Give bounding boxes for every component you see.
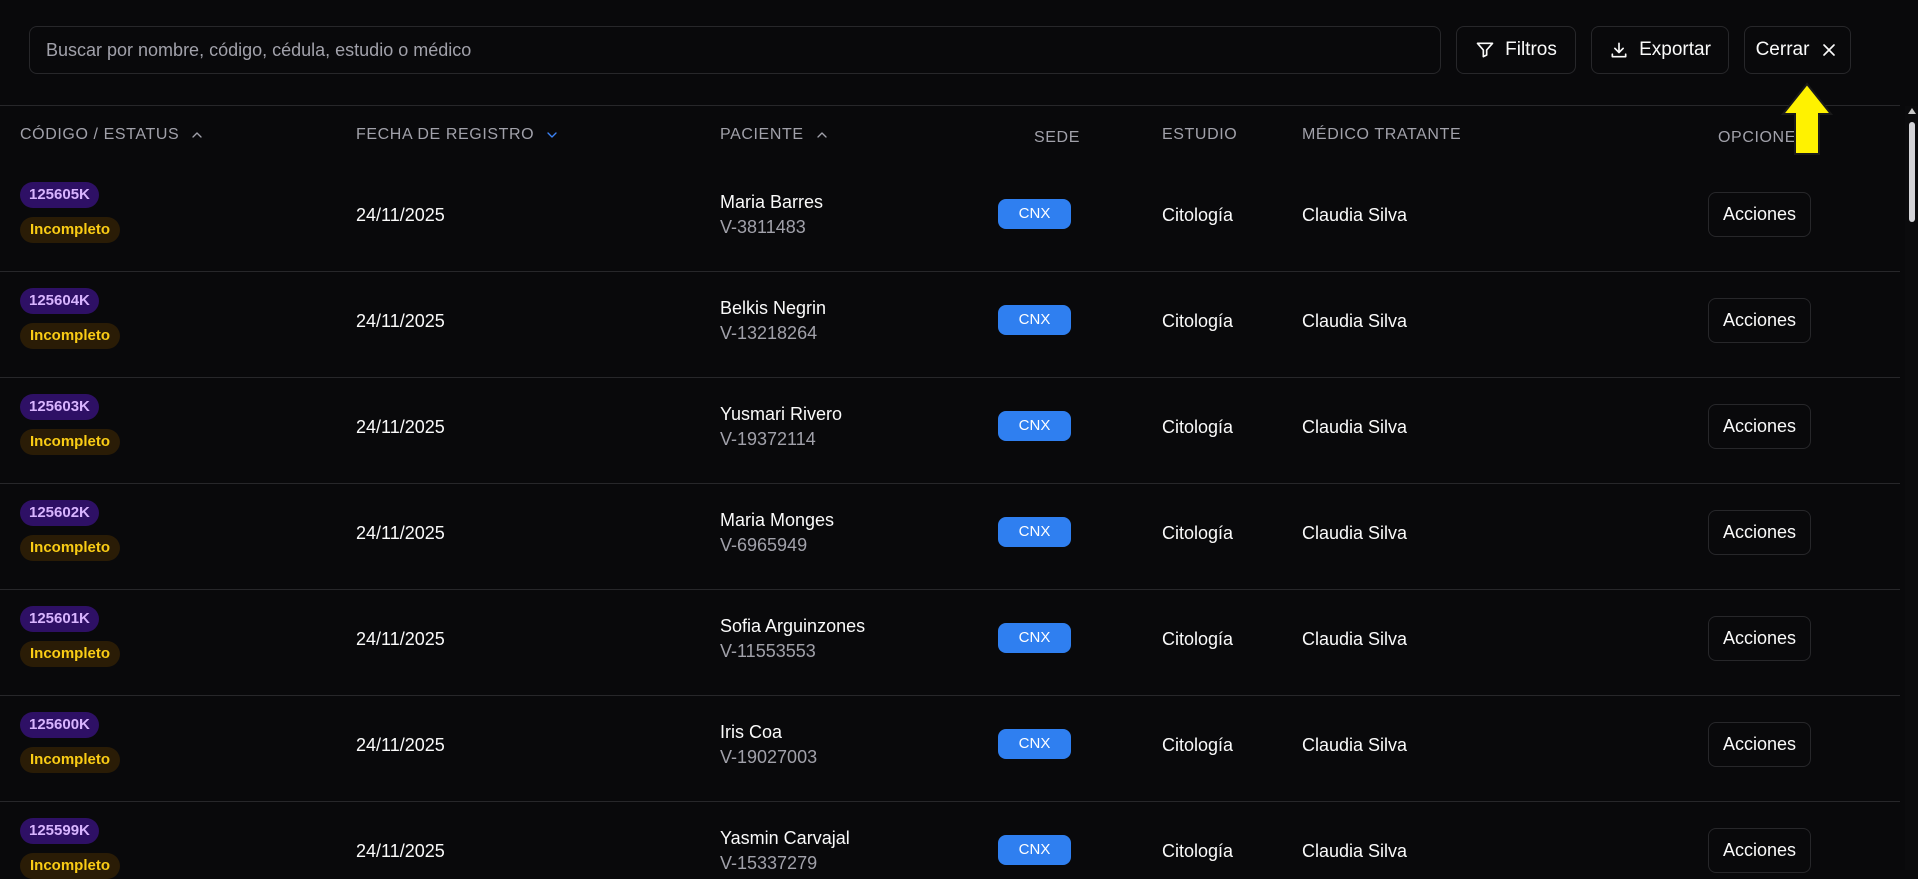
filters-button[interactable]: Filtros: [1456, 26, 1576, 74]
study-name: Citología: [1162, 841, 1234, 861]
chevron-down-icon: [547, 132, 557, 138]
registration-date: 24/11/2025: [356, 417, 445, 437]
table-row: 125600K Incompleto 24/11/2025 Iris Coa V…: [0, 696, 1900, 802]
toolbar: Filtros Exportar Cerrar: [0, 0, 1900, 106]
column-header-fecha[interactable]: FECHA DE REGISTRO: [356, 126, 560, 144]
table-row: 125602K Incompleto 24/11/2025 Maria Mong…: [0, 484, 1900, 590]
status-badge: Incompleto: [20, 641, 121, 667]
scrollbar-thumb[interactable]: [1909, 122, 1915, 222]
code-badge: 125604K: [20, 288, 99, 314]
study-name: Citología: [1162, 205, 1234, 225]
status-badge: Incompleto: [20, 853, 121, 879]
search-input[interactable]: [29, 26, 1441, 74]
doctor-name: Claudia Silva: [1302, 417, 1408, 437]
study-name: Citología: [1162, 417, 1234, 437]
doctor-name: Claudia Silva: [1302, 841, 1408, 861]
column-header-paciente-label: PACIENTE: [720, 126, 804, 143]
registration-date: 24/11/2025: [356, 629, 445, 649]
code-badge: 125602K: [20, 500, 99, 526]
export-button[interactable]: Exportar: [1591, 26, 1729, 74]
patient-name: Iris Coa: [720, 722, 783, 742]
status-badge: Incompleto: [20, 217, 121, 243]
patient-id: V-19027003: [720, 747, 818, 767]
actions-button[interactable]: Acciones: [1708, 722, 1811, 767]
patient-id: V-3811483: [720, 217, 806, 237]
sede-badge: CNX: [998, 517, 1071, 547]
chevron-up-icon: [192, 132, 202, 138]
sede-badge: CNX: [998, 623, 1071, 653]
column-header-sede: SEDE: [1034, 129, 1080, 147]
filters-label: Filtros: [1505, 39, 1557, 60]
patient-name: Belkis Negrin: [720, 298, 827, 318]
patient-id: V-13218264: [720, 323, 818, 343]
doctor-name: Claudia Silva: [1302, 629, 1408, 649]
table-row: 125601K Incompleto 24/11/2025 Sofia Argu…: [0, 590, 1900, 696]
study-name: Citología: [1162, 311, 1234, 331]
sede-badge: CNX: [998, 411, 1071, 441]
sede-badge: CNX: [998, 835, 1071, 865]
close-label: Cerrar: [1755, 39, 1810, 60]
table-row: 125599K Incompleto 24/11/2025 Yasmin Car…: [0, 802, 1900, 879]
code-badge: 125603K: [20, 394, 99, 420]
sede-badge: CNX: [998, 305, 1071, 335]
patient-name: Maria Monges: [720, 510, 835, 530]
close-icon: [1823, 44, 1836, 56]
chevron-up-icon: [816, 132, 827, 138]
arrow-up-pointer-icon: [1781, 82, 1833, 155]
status-badge: Incompleto: [20, 535, 121, 561]
column-header-estudio-label: ESTUDIO: [1162, 126, 1238, 143]
status-badge: Incompleto: [20, 747, 121, 773]
registration-date: 24/11/2025: [356, 523, 445, 543]
doctor-name: Claudia Silva: [1302, 523, 1408, 543]
actions-button[interactable]: Acciones: [1708, 298, 1811, 343]
patient-id: V-6965949: [720, 535, 808, 555]
actions-button[interactable]: Acciones: [1708, 404, 1811, 449]
column-header-estudio: ESTUDIO: [1162, 126, 1237, 144]
actions-button[interactable]: Acciones: [1708, 192, 1811, 237]
column-header-fecha-label: FECHA DE REGISTRO: [356, 126, 535, 143]
patient-name: Yasmin Carvajal: [720, 828, 850, 848]
column-header-codigo[interactable]: CÓDIGO / ESTATUS: [20, 126, 205, 144]
status-badge: Incompleto: [20, 429, 121, 455]
registration-date: 24/11/2025: [356, 841, 445, 861]
code-badge: 125601K: [20, 606, 99, 632]
download-icon: [1611, 42, 1627, 58]
actions-button[interactable]: Acciones: [1708, 616, 1811, 661]
actions-button[interactable]: Acciones: [1708, 828, 1811, 873]
sede-badge: CNX: [998, 199, 1071, 229]
table-row: 125604K Incompleto 24/11/2025 Belkis Neg…: [0, 272, 1900, 378]
patient-id: V-15337279: [720, 853, 818, 873]
study-name: Citología: [1162, 735, 1234, 755]
scroll-up-arrow-icon[interactable]: [1908, 108, 1916, 114]
code-badge: 125599K: [20, 818, 99, 844]
close-button[interactable]: Cerrar: [1744, 26, 1851, 74]
export-label: Exportar: [1639, 39, 1711, 60]
patient-name: Maria Barres: [720, 192, 824, 212]
column-header-sede-label: SEDE: [1034, 129, 1080, 146]
patient-name: Sofia Arguinzones: [720, 616, 866, 636]
registration-date: 24/11/2025: [356, 311, 445, 331]
column-header-medico-label: MÉDICO TRATANTE: [1302, 126, 1462, 143]
doctor-name: Claudia Silva: [1302, 311, 1408, 331]
column-header-codigo-label: CÓDIGO / ESTATUS: [20, 126, 180, 143]
column-header-medico: MÉDICO TRATANTE: [1302, 126, 1461, 144]
table-row: 125605K Incompleto 24/11/2025 Maria Barr…: [0, 166, 1900, 272]
status-badge: Incompleto: [20, 323, 121, 349]
code-badge: 125600K: [20, 712, 99, 738]
filter-icon: [1476, 42, 1494, 58]
study-name: Citología: [1162, 523, 1234, 543]
doctor-name: Claudia Silva: [1302, 205, 1408, 225]
patient-id: V-11553553: [720, 641, 816, 661]
study-name: Citología: [1162, 629, 1234, 649]
table-row: 125603K Incompleto 24/11/2025 Yusmari Ri…: [0, 378, 1900, 484]
patient-id: V-19372114: [720, 429, 816, 449]
code-badge: 125605K: [20, 182, 99, 208]
doctor-name: Claudia Silva: [1302, 735, 1408, 755]
registration-date: 24/11/2025: [356, 205, 445, 225]
patient-name: Yusmari Rivero: [720, 404, 843, 424]
sede-badge: CNX: [998, 729, 1071, 759]
registration-date: 24/11/2025: [356, 735, 445, 755]
column-header-paciente[interactable]: PACIENTE: [720, 126, 830, 144]
actions-button[interactable]: Acciones: [1708, 510, 1811, 555]
